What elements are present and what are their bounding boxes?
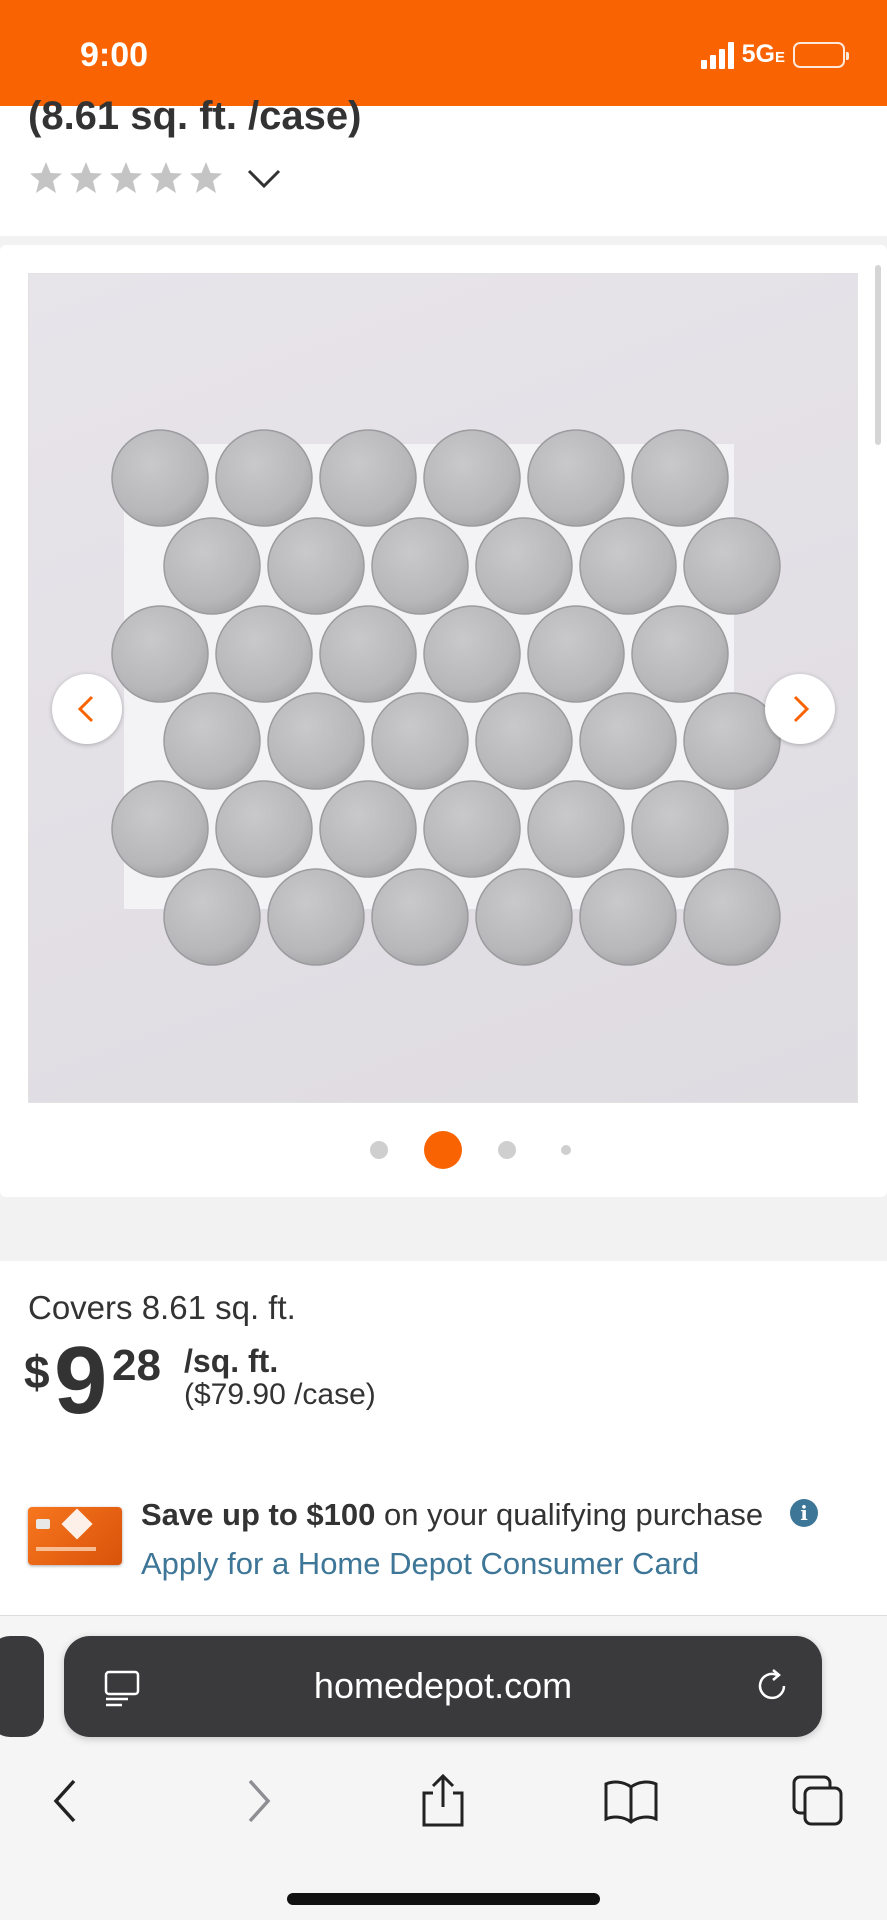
image-carousel — [0, 245, 887, 1197]
carousel-dot[interactable] — [561, 1145, 571, 1155]
scrollbar[interactable] — [875, 265, 881, 445]
reload-icon[interactable] — [752, 1666, 792, 1706]
price-section: Covers 8.61 sq. ft. $ 9 28 /sq. ft. ($79… — [0, 1261, 887, 1615]
tabs-icon — [792, 1775, 843, 1826]
carousel-next-button[interactable] — [765, 674, 835, 744]
promo-rest: on your qualifying purchase — [375, 1497, 764, 1532]
chevron-right-icon — [793, 695, 810, 723]
product-title: (8.61 sq. ft. /case) — [28, 94, 362, 138]
price-cents: 28 — [112, 1341, 161, 1390]
tabs-button[interactable] — [783, 1766, 853, 1836]
share-icon — [422, 1773, 464, 1827]
promo-text: Save up to $100 on your qualifying purch… — [141, 1497, 763, 1533]
apply-card-link[interactable]: Apply for a Home Depot Consumer Card — [141, 1546, 699, 1582]
home-indicator[interactable] — [287, 1893, 600, 1905]
battery-icon — [793, 41, 849, 68]
browser-toolbar: homedepot.com — [0, 1615, 887, 1920]
mosaic-tile-illustration — [111, 429, 781, 966]
browser-nav — [0, 1766, 887, 1836]
price-unit: /sq. ft. — [184, 1343, 279, 1379]
back-icon — [53, 1779, 76, 1823]
network-indicator: 5GE — [742, 40, 785, 69]
price-dollars: 9 — [54, 1327, 107, 1434]
home-depot-card-icon — [36, 1508, 96, 1551]
currency-symbol: $ — [24, 1346, 50, 1398]
address-bar[interactable]: homedepot.com — [64, 1636, 822, 1737]
network-type: 5G — [741, 40, 775, 68]
info-icon[interactable]: i — [790, 1499, 818, 1527]
chevron-down-icon[interactable] — [246, 164, 282, 194]
carousel-dot[interactable] — [498, 1141, 516, 1159]
share-button[interactable] — [408, 1766, 478, 1836]
signal-bars-icon — [700, 41, 734, 69]
carousel-dots — [0, 1130, 887, 1170]
product-image[interactable] — [28, 273, 858, 1103]
carousel-dot[interactable] — [370, 1141, 388, 1159]
carousel-dot[interactable] — [424, 1131, 462, 1169]
url-text: homedepot.com — [313, 1665, 573, 1706]
status-time: 9:00 — [80, 36, 149, 74]
forward-icon — [248, 1779, 271, 1823]
coverage-text: Covers 8.61 sq. ft. — [28, 1289, 296, 1326]
back-button[interactable] — [31, 1766, 101, 1836]
star-icon — [30, 162, 62, 193]
bookmarks-icon — [604, 1780, 658, 1824]
forward-button[interactable] — [223, 1766, 293, 1836]
carousel-prev-button[interactable] — [52, 674, 122, 744]
star-icon — [150, 162, 182, 193]
chevron-left-icon — [77, 695, 94, 723]
star-icon — [70, 162, 102, 193]
star-icon — [190, 162, 222, 193]
star-icon — [110, 162, 142, 193]
bookmarks-button[interactable] — [596, 1766, 666, 1836]
status-icons: 5GE — [700, 40, 849, 69]
status-bar: 9:00 5GE — [0, 0, 887, 106]
previous-tab-stub[interactable] — [0, 1636, 44, 1737]
network-suffix: E — [774, 49, 785, 66]
product-header: (8.61 sq. ft. /case) — [0, 94, 887, 236]
rating-stars[interactable] — [28, 160, 224, 196]
price-per-case: ($79.90 /case) — [184, 1378, 376, 1411]
promo-bold: Save up to $100 — [141, 1497, 376, 1532]
credit-card-image — [28, 1507, 122, 1565]
